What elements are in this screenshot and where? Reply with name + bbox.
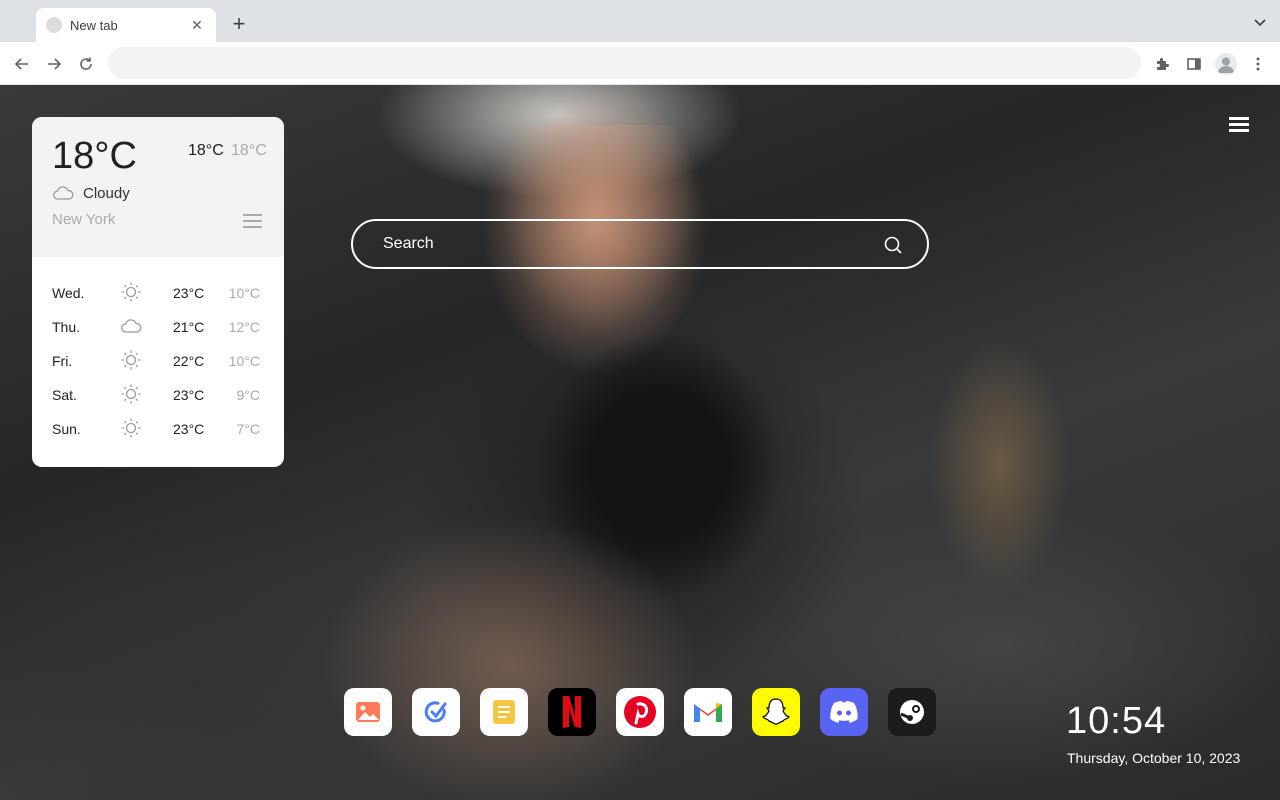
check-circle-icon: [423, 699, 449, 725]
weather-menu-icon[interactable]: [243, 214, 262, 228]
forecast-day: Thu.: [52, 319, 81, 335]
forecast-low: 12°C: [228, 319, 260, 335]
weather-city: New York: [52, 211, 116, 228]
new-tab-button[interactable]: +: [226, 12, 252, 38]
tab-close-icon[interactable]: ✕: [188, 17, 206, 34]
forecast-day: Sat.: [52, 387, 77, 403]
discord-icon: [828, 700, 860, 724]
high-temperature: 18°C: [188, 142, 224, 159]
forecast-day: Sun.: [52, 421, 81, 437]
forecast-row: Sat. 23°C 9°C: [32, 377, 284, 411]
dock-app-tasks[interactable]: [412, 688, 460, 736]
low-temperature: 18°C: [231, 142, 267, 159]
forward-arrow-icon[interactable]: [42, 52, 66, 76]
app-dock: [344, 688, 936, 736]
dock-app-notes[interactable]: [480, 688, 528, 736]
sun-icon: [120, 384, 142, 404]
note-icon: [492, 699, 516, 725]
profile-avatar-icon: [1215, 53, 1237, 75]
dock-app-steam[interactable]: [888, 688, 936, 736]
current-temperature: 18°C: [52, 135, 137, 177]
forecast-row: Fri. 22°C 10°C: [32, 343, 284, 377]
dock-app-discord[interactable]: [820, 688, 868, 736]
reload-icon[interactable]: [74, 52, 98, 76]
tab-title: New tab: [70, 17, 118, 33]
dock-app-gmail[interactable]: [684, 688, 732, 736]
netflix-icon: [560, 695, 584, 729]
forecast-low: 7°C: [236, 421, 261, 437]
forecast-day: Wed.: [52, 285, 85, 301]
side-panel-icon[interactable]: [1182, 52, 1206, 76]
sun-icon: [120, 350, 142, 370]
forecast-row: Thu. 21°C 12°C: [32, 309, 284, 343]
image-icon: [355, 701, 381, 723]
forecast-high: 23°C: [173, 285, 205, 301]
profile-avatar[interactable]: [1214, 52, 1238, 76]
more-menu-icon[interactable]: [1246, 52, 1270, 76]
background-wallpaper-legs: [320, 515, 700, 800]
pinterest-icon: [623, 695, 657, 729]
steam-icon: [898, 698, 926, 726]
gmail-icon: [692, 700, 724, 724]
tab-favicon-icon: [46, 17, 62, 33]
clock-time: 10:54: [1066, 700, 1167, 742]
extensions-puzzle-icon[interactable]: [1150, 52, 1174, 76]
search-box[interactable]: [351, 219, 929, 269]
back-arrow-icon[interactable]: [10, 52, 34, 76]
cloud-icon: [52, 185, 74, 201]
forecast-day: Fri.: [52, 353, 73, 369]
forecast-high: 22°C: [173, 353, 205, 369]
forecast-row: Sun. 23°C 7°C: [32, 411, 284, 445]
dock-app-snapchat[interactable]: [752, 688, 800, 736]
snapchat-icon: [760, 696, 792, 728]
cloud-icon: [120, 316, 142, 336]
forecast-row: Wed. 23°C 10°C: [32, 275, 284, 309]
search-icon[interactable]: [883, 235, 903, 255]
tab-new-tab[interactable]: New tab ✕: [36, 8, 216, 42]
dock-app-pinterest[interactable]: [616, 688, 664, 736]
forecast-high: 23°C: [173, 387, 205, 403]
background-wallpaper-arm: [930, 335, 1070, 595]
search-input[interactable]: [353, 221, 927, 267]
forecast-low: 10°C: [228, 353, 260, 369]
weather-current: 18°C 18°C 18°C Cloudy New York: [32, 117, 284, 257]
address-input[interactable]: [108, 47, 1141, 79]
tab-search-chevron-icon[interactable]: [1252, 14, 1268, 30]
hamburger-menu-icon[interactable]: [1229, 117, 1249, 133]
clock-date: Thursday, October 10, 2023: [1067, 750, 1241, 766]
sun-icon: [120, 282, 142, 302]
dock-app-photos[interactable]: [344, 688, 392, 736]
weather-widget[interactable]: 18°C 18°C 18°C Cloudy New York Wed. 23°C 1…: [32, 117, 284, 467]
dock-app-netflix[interactable]: [548, 688, 596, 736]
forecast-high: 23°C: [173, 421, 205, 437]
weather-forecast: Wed. 23°C 10°C Thu. 21°C 12°C Fri. 22°C 10°C Sat.…: [32, 257, 284, 445]
weather-condition: Cloudy: [83, 185, 130, 202]
sun-icon: [120, 418, 142, 438]
browser-toolbar: [0, 42, 1280, 85]
forecast-low: 9°C: [236, 387, 261, 403]
tab-strip: New tab ✕ +: [0, 0, 1280, 42]
address-bar[interactable]: [108, 47, 1141, 79]
forecast-low: 10°C: [228, 285, 260, 301]
forecast-high: 21°C: [173, 319, 205, 335]
